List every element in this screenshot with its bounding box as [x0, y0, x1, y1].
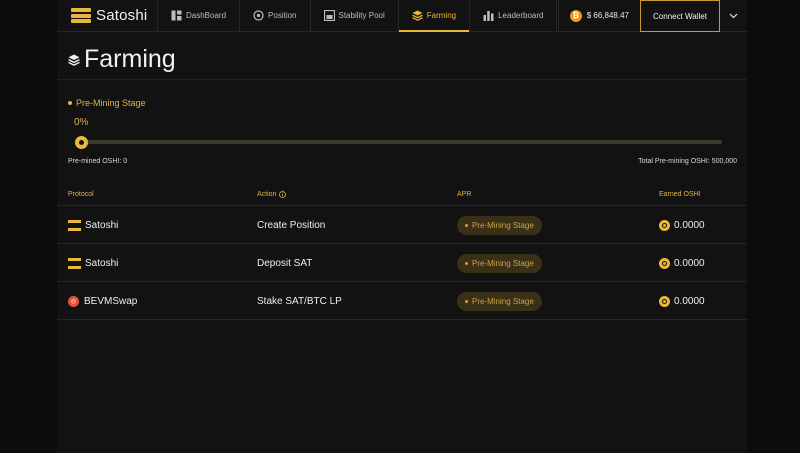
- btc-price: ₿ $ 66,848.47: [559, 0, 640, 31]
- nav-position[interactable]: Position: [240, 0, 311, 31]
- apr-badge: Pre-Mining Stage: [457, 291, 542, 311]
- protocol-cell: ◎ BEVMSwap: [68, 282, 137, 320]
- apr-badge-text: Pre-Mining Stage: [472, 220, 534, 230]
- menu-dropdown-button[interactable]: [720, 0, 747, 31]
- progress-bar: [79, 140, 722, 144]
- earned-cell: 0.0000: [659, 206, 705, 244]
- satoshi-icon: [68, 219, 81, 231]
- stability-pool-icon: [323, 10, 335, 21]
- divider: [57, 79, 747, 80]
- table-row[interactable]: ◎ BEVMSwap Stake SAT/BTC LP Pre-Mining S…: [57, 282, 747, 320]
- top-nav: Satoshi DashBoard Position Stability Poo…: [57, 0, 747, 32]
- protocol-cell: Satoshi: [68, 206, 118, 244]
- protocol-cell: Satoshi: [68, 244, 118, 282]
- app-container: Satoshi DashBoard Position Stability Poo…: [57, 0, 747, 453]
- protocol-name: Satoshi: [85, 257, 119, 269]
- page-title: Farming: [68, 45, 176, 74]
- protocol-name: BEVMSwap: [84, 295, 138, 307]
- satoshi-icon: [68, 257, 81, 269]
- position-icon: [253, 10, 264, 21]
- header-apr: APR: [457, 191, 472, 198]
- progress-percent: 0%: [74, 117, 89, 128]
- apr-badge: Pre-Mining Stage: [457, 215, 542, 235]
- connect-wallet-button[interactable]: Connect Wallet: [640, 0, 720, 32]
- header-action: Action: [257, 191, 287, 198]
- earned-value: 0.0000: [674, 257, 705, 269]
- apr-cell: Pre-Mining Stage: [457, 282, 542, 320]
- chevron-down-icon: [729, 13, 738, 18]
- nav-stability-pool-label: Stability Pool: [338, 11, 385, 20]
- progress-knob: [75, 136, 88, 149]
- total-premining-oshi: Total Pre-mining OSHI: 500,000: [638, 158, 737, 165]
- action-cell[interactable]: Create Position: [257, 206, 325, 244]
- oshi-coin-icon: [659, 295, 670, 307]
- header-protocol: Protocol: [68, 191, 94, 198]
- stage-label-text: Pre-Mining Stage: [76, 98, 146, 108]
- action-cell[interactable]: Deposit SAT: [257, 244, 312, 282]
- protocol-name: Satoshi: [85, 219, 119, 231]
- nav-leaderboard[interactable]: Leaderboard: [470, 0, 558, 31]
- stage-dot-icon: [68, 101, 72, 105]
- dashboard-icon: [171, 10, 182, 21]
- logo-text: Satoshi: [96, 7, 148, 24]
- earned-cell: 0.0000: [659, 244, 705, 282]
- apr-cell: Pre-Mining Stage: [457, 244, 542, 282]
- nav-position-label: Position: [268, 11, 297, 20]
- bitcoin-icon: ₿: [569, 9, 582, 22]
- btc-price-value: $ 66,848.47: [586, 11, 629, 20]
- action-cell[interactable]: Stake SAT/BTC LP: [257, 282, 342, 320]
- nav-stability-pool[interactable]: Stability Pool: [311, 0, 399, 31]
- nav-leaderboard-label: Leaderboard: [498, 11, 544, 20]
- page-title-text: Farming: [84, 45, 176, 73]
- apr-badge: Pre-Mining Stage: [457, 253, 542, 273]
- table-header: Protocol Action APR Earned OSHI: [57, 186, 747, 206]
- table-row[interactable]: Satoshi Deposit SAT Pre-Mining Stage 0.0…: [57, 244, 747, 282]
- apr-cell: Pre-Mining Stage: [457, 206, 542, 244]
- farming-title-icon: [68, 54, 80, 66]
- nav-dashboard-label: DashBoard: [186, 11, 227, 20]
- oshi-coin-icon: [659, 257, 670, 269]
- nav-farming-label: Farming: [426, 11, 457, 20]
- premined-oshi: Pre-mined OSHI: 0: [68, 158, 128, 165]
- header-earned: Earned OSHI: [659, 191, 701, 198]
- apr-badge-text: Pre-Mining Stage: [472, 296, 534, 306]
- nav-farming[interactable]: Farming: [398, 0, 471, 32]
- leaderboard-icon: [483, 11, 494, 21]
- info-icon[interactable]: [279, 191, 287, 198]
- earned-value: 0.0000: [674, 295, 705, 307]
- farming-icon: [411, 10, 423, 21]
- stage-label: Pre-Mining Stage: [68, 98, 146, 108]
- earned-cell: 0.0000: [659, 282, 705, 320]
- farming-table: Protocol Action APR Earned OSHI Satoshi …: [57, 186, 747, 320]
- table-row[interactable]: Satoshi Create Position Pre-Mining Stage…: [57, 206, 747, 244]
- satoshi-logo-icon: [71, 8, 91, 23]
- nav-dashboard[interactable]: DashBoard: [158, 0, 241, 31]
- bevmswap-icon: ◎: [68, 295, 79, 307]
- apr-badge-text: Pre-Mining Stage: [472, 258, 534, 268]
- earned-value: 0.0000: [674, 219, 705, 231]
- logo[interactable]: Satoshi: [57, 0, 158, 31]
- oshi-coin-icon: [659, 219, 670, 231]
- header-action-label: Action: [257, 191, 277, 198]
